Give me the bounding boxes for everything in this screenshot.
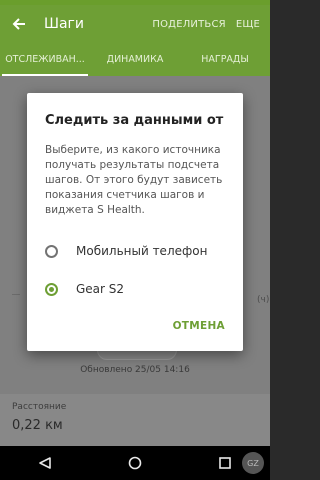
watermark-logo: GZ [242,452,264,474]
option-mobile-phone[interactable]: Мобильный телефон [45,239,235,263]
tab-bar: ОТСЛЕЖИВАН... ДИНАМИКА НАГРАДЫ [0,43,270,76]
chart-axis-label: (ч) [257,295,270,305]
option-label: Gear S2 [76,282,125,296]
tab-dynamics[interactable]: ДИНАМИКА [90,43,180,76]
nav-home-icon[interactable] [115,446,155,480]
dialog-description: Выберите, из какого источника получать р… [45,144,223,216]
radio-checked-icon[interactable] [45,282,58,296]
page-title: Шаги [44,16,85,32]
radio-unchecked-icon[interactable] [45,244,58,258]
more-button[interactable]: ЕЩЕ [236,19,260,30]
share-button[interactable]: ПОДЕЛИТЬСЯ [152,19,225,30]
back-arrow-icon[interactable] [10,15,28,33]
nav-back-icon[interactable] [25,446,65,480]
tab-awards[interactable]: НАГРАДЫ [180,43,270,76]
distance-value: 0,22 км [12,418,63,433]
updated-timestamp: Обновлено 25/05 14:16 [80,365,190,375]
dialog-title: Следить за данными от [45,113,224,128]
distance-card[interactable]: Расстояние 0,22 км [0,394,270,446]
navigation-bar [0,446,270,480]
option-label: Мобильный телефон [76,244,208,258]
chart-axis-tick [12,294,20,295]
distance-label: Расстояние [12,402,67,412]
app-bar: Шаги ПОДЕЛИТЬСЯ ЕЩЕ [0,5,270,43]
tab-tracking[interactable]: ОТСЛЕЖИВАН... [0,43,90,76]
cancel-button[interactable]: ОТМЕНА [173,320,225,332]
option-gear-s2[interactable]: Gear S2 [45,277,235,301]
data-source-dialog: Следить за данными от Выберите, из каког… [27,93,243,351]
nav-recents-icon[interactable] [205,446,245,480]
